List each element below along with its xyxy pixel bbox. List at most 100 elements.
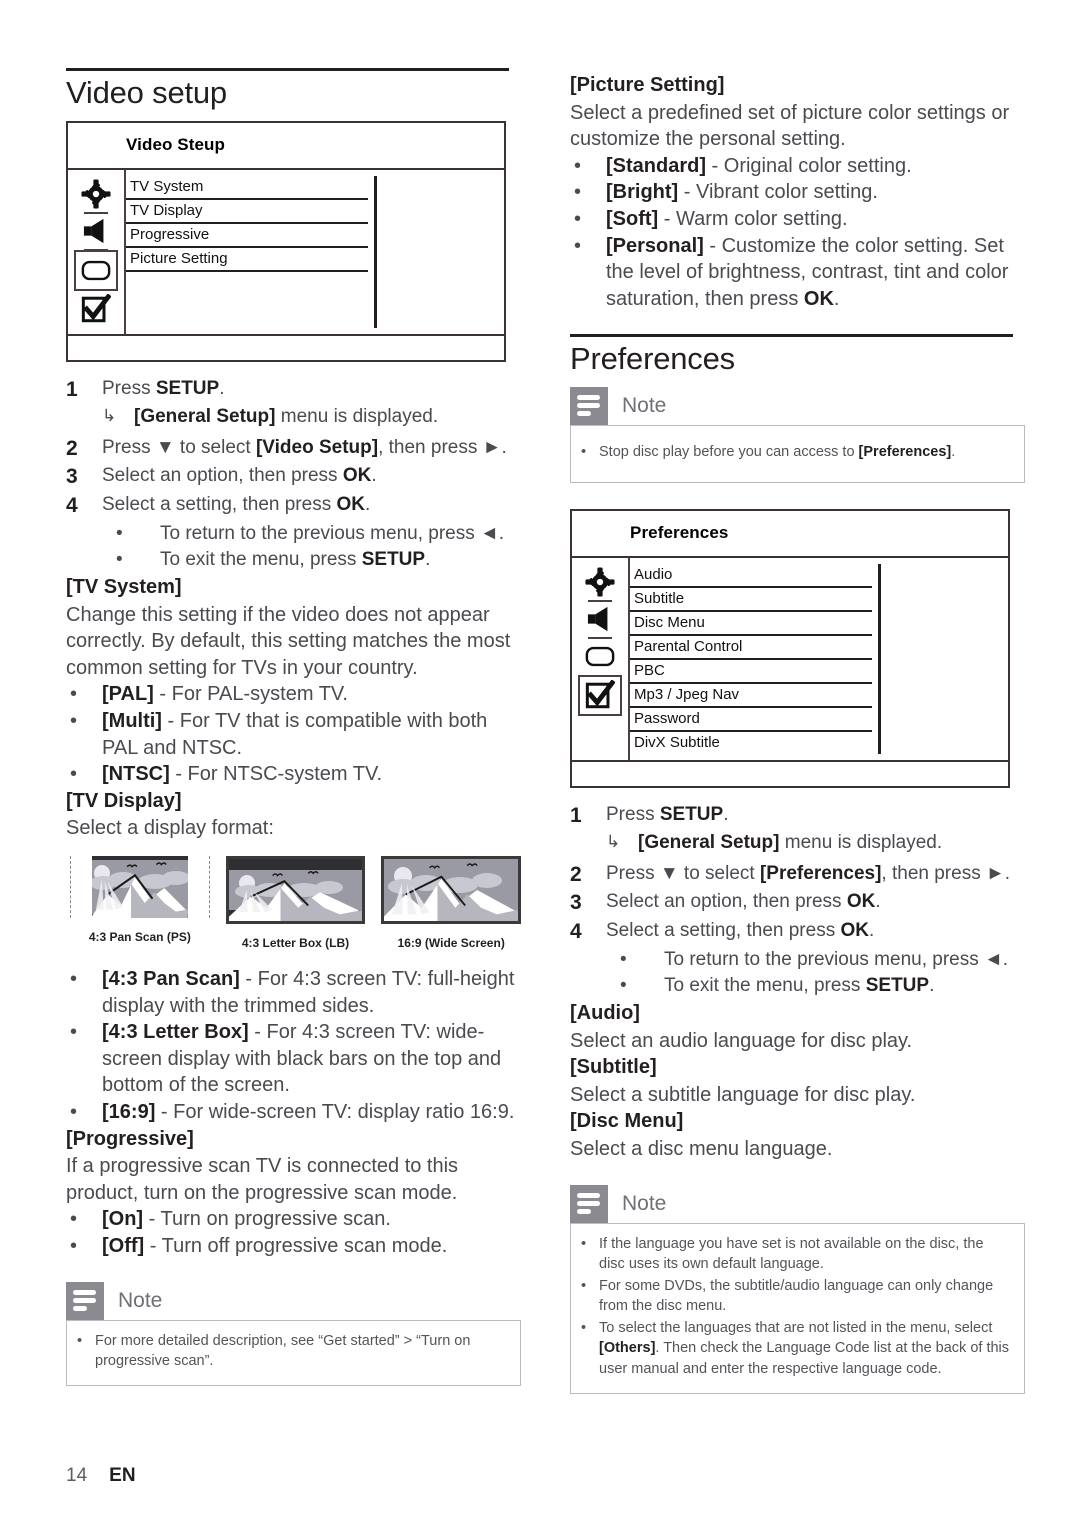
option-desc: - Turn on progressive scan. bbox=[143, 1208, 391, 1231]
note-item: • To select the languages that are not li… bbox=[581, 1318, 1012, 1380]
step-text: Select a setting, then press OK. bbox=[606, 919, 875, 941]
osd-menu-item[interactable]: Subtitle bbox=[630, 588, 872, 612]
note-icon bbox=[570, 386, 608, 425]
left-column: Video setup Video Steup TV System TV Dis… bbox=[66, 68, 522, 1386]
osd-menu-item[interactable]: DivX Subtitle bbox=[630, 732, 872, 754]
osd-menu-item[interactable]: Mp3 / Jpeg Nav bbox=[630, 684, 872, 708]
option-desc: - Warm color setting. bbox=[658, 207, 848, 230]
tv-display-paragraph: Select a display format: bbox=[66, 817, 274, 840]
list-item: • [4:3 Pan Scan] - For 4:3 screen TV: ful… bbox=[66, 966, 521, 1019]
step-number: 2 bbox=[570, 862, 582, 886]
figure-letter-box: 4:3 Letter Box (LB) bbox=[225, 856, 366, 950]
bullet-dot: • bbox=[70, 1208, 78, 1231]
step-4-bullet: • To return to the previous menu, press … bbox=[606, 947, 1025, 973]
option-text: [Off] - Turn off progressive scan mode. bbox=[102, 1233, 521, 1260]
checkbox-icon[interactable] bbox=[578, 674, 622, 716]
checkbox-icon[interactable] bbox=[76, 291, 116, 328]
bullet-dot: • bbox=[574, 207, 582, 230]
list-item: • [4:3 Letter Box] - For 4:3 screen TV: w… bbox=[66, 1019, 521, 1099]
arrow-icon: ↳ bbox=[606, 832, 621, 852]
note-text: Stop disc play before you can access to … bbox=[599, 443, 956, 460]
step-2: 2 Press ▼ to select [Video Setup], then … bbox=[66, 435, 521, 463]
option-label: [4:3 Letter Box] bbox=[102, 1021, 249, 1044]
figure-frame bbox=[70, 856, 210, 918]
note-progressive: Note • For more detailed description, see… bbox=[66, 1281, 521, 1386]
note-header: Note bbox=[570, 386, 1025, 425]
osd-menu-item[interactable]: Progressive bbox=[126, 224, 368, 248]
note-list: • Stop disc play before you can access to… bbox=[581, 442, 1012, 463]
video-setup-osd: Video Steup TV System TV Display Progres… bbox=[66, 120, 506, 362]
bullet-dot: • bbox=[70, 763, 78, 786]
osd-menu-item[interactable]: Password bbox=[630, 708, 872, 732]
list-item: • [Standard] - Original color setting. bbox=[570, 153, 1025, 180]
tv-system-options: • [PAL] - For PAL-system TV. • [Multi] - F… bbox=[66, 681, 521, 787]
bullet-dot: • bbox=[70, 1100, 78, 1123]
tv-system-paragraph: Change this setting if the video does no… bbox=[66, 603, 511, 679]
option-label: [4:3 Pan Scan] bbox=[102, 968, 240, 990]
tv-display-figures: 4:3 Pan Scan (PS) 4:3 Letter Box (LB) 16… bbox=[70, 856, 522, 950]
note-text: To select the languages that are not lis… bbox=[599, 1319, 1010, 1378]
step-text: Press ▼ to select [Preferences], then pr… bbox=[606, 862, 1011, 884]
list-item: • [Personal] - Customize the color settin… bbox=[570, 233, 1025, 313]
step-1-result: ↳ [General Setup] menu is displayed. bbox=[102, 404, 521, 429]
arrow-icon: ↳ bbox=[102, 406, 117, 426]
note-item: • For more detailed description, see “Get… bbox=[77, 1331, 508, 1372]
tv-screen-icon[interactable] bbox=[74, 249, 118, 291]
step-3: 3 Select an option, then press OK. bbox=[570, 889, 1025, 917]
preferences-title: Preferences bbox=[570, 341, 735, 377]
step-number: 2 bbox=[66, 436, 78, 460]
osd-menu-item[interactable]: TV Display bbox=[126, 200, 368, 224]
osd-body: TV System TV Display Progressive Picture… bbox=[68, 169, 504, 336]
osd-menu-item[interactable]: Picture Setting bbox=[126, 248, 368, 272]
osd-menu-item[interactable]: Audio bbox=[630, 564, 872, 588]
list-item: • [Bright] - Vibrant color setting. bbox=[570, 179, 1025, 206]
subtitle-paragraph: Select a subtitle language for disc play… bbox=[570, 1083, 916, 1106]
figure-caption: 16:9 (Wide Screen) bbox=[397, 936, 505, 950]
note-item: • For some DVDs, the subtitle/audio langu… bbox=[581, 1276, 1012, 1317]
bullet-dot: • bbox=[116, 522, 123, 544]
option-text: [On] - Turn on progressive scan. bbox=[102, 1206, 521, 1233]
osd-menu-item[interactable]: Disc Menu bbox=[630, 612, 872, 636]
option-desc: - For wide-screen TV: display ratio 16:9… bbox=[155, 1100, 515, 1123]
option-text: [Multi] - For TV that is compatible with… bbox=[102, 708, 521, 761]
note-item: • Stop disc play before you can access to… bbox=[581, 442, 1012, 463]
speaker-icon[interactable] bbox=[76, 213, 116, 251]
picture-setting-paragraph: Select a predefined set of picture color… bbox=[570, 101, 1010, 151]
step-2: 2 Press ▼ to select [Preferences], then … bbox=[570, 861, 1025, 889]
manual-page: Video setup Video Steup TV System TV Dis… bbox=[0, 0, 1080, 1527]
osd-icon-rail bbox=[68, 169, 126, 334]
osd-menu-item[interactable]: Parental Control bbox=[630, 636, 872, 660]
note-text: For some DVDs, the subtitle/audio langua… bbox=[599, 1277, 994, 1315]
note-body: • For more detailed description, see “Get… bbox=[66, 1319, 521, 1386]
step-4: 4 Select a setting, then press OK. bbox=[570, 918, 1025, 946]
bullet-text: To exit the menu, press SETUP. bbox=[664, 975, 935, 997]
osd-title: Video Steup bbox=[126, 135, 226, 155]
bullet-dot: • bbox=[574, 181, 582, 204]
result-rest: menu is displayed. bbox=[779, 832, 943, 854]
note-preferences-access: Note • Stop disc play before you can acce… bbox=[570, 386, 1025, 483]
scene-image bbox=[384, 859, 519, 921]
left-crop-area bbox=[70, 856, 94, 918]
tv-screen-icon[interactable] bbox=[580, 638, 620, 675]
gear-icon[interactable] bbox=[76, 176, 116, 214]
option-text: [4:3 Letter Box] - For 4:3 screen TV: wi… bbox=[102, 1019, 521, 1099]
osd-menu-item[interactable]: TV System bbox=[126, 176, 368, 200]
option-label: [Soft] bbox=[606, 207, 659, 230]
page-number: 14 bbox=[66, 1465, 88, 1486]
list-item: • [NTSC] - For NTSC-system TV. bbox=[66, 761, 521, 788]
bullet-dot: • bbox=[70, 968, 78, 990]
option-label: [NTSC] bbox=[102, 763, 170, 786]
bullet-text: To exit the menu, press SETUP. bbox=[160, 549, 431, 571]
gear-icon[interactable] bbox=[580, 564, 620, 602]
figure-wide-screen: 16:9 (Wide Screen) bbox=[381, 856, 522, 950]
speaker-icon[interactable] bbox=[580, 601, 620, 639]
step-text: Select an option, then press OK. bbox=[102, 465, 377, 487]
bullet-dot: • bbox=[116, 549, 123, 571]
bullet-dot: • bbox=[581, 1235, 587, 1252]
option-text: [Soft] - Warm color setting. bbox=[606, 206, 1025, 233]
preferences-osd: Preferences Audio Subtitle Disc Menu Par… bbox=[570, 508, 1010, 788]
option-desc: - For PAL-system TV. bbox=[153, 683, 348, 706]
osd-menu-item[interactable]: PBC bbox=[630, 660, 872, 684]
list-item: • [16:9] - For wide-screen TV: display ra… bbox=[66, 1099, 521, 1126]
option-desc: - Original color setting. bbox=[706, 154, 912, 177]
